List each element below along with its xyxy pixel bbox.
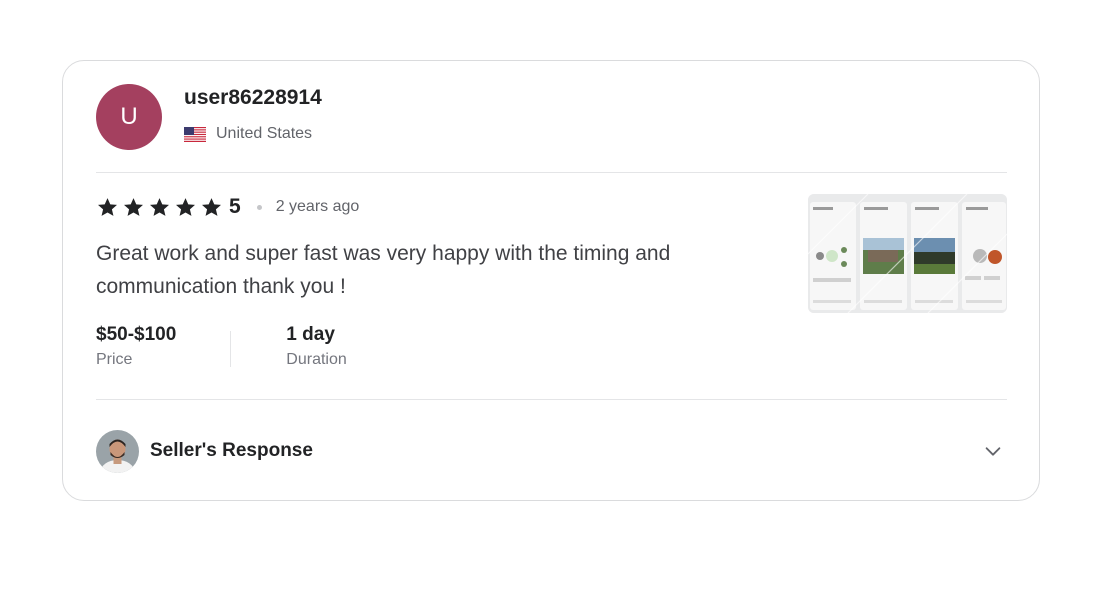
review-text: Great work and super fast was very happy… — [96, 242, 671, 298]
review-time-ago: 2 years ago — [275, 198, 360, 215]
rating-value: 5 — [229, 195, 241, 218]
order-meta: $50-$100 Price 1 day Duration — [96, 323, 347, 369]
header-divider — [96, 172, 1007, 173]
country-name: United States — [216, 125, 313, 142]
seller-response-toggle[interactable]: Seller's Response — [96, 429, 1007, 473]
reviewer-username: user86228914 — [184, 86, 322, 109]
meta-divider — [230, 331, 232, 367]
response-divider — [96, 399, 1007, 400]
rating-row: 5 2 years ago — [96, 194, 359, 220]
review-card: U user86228914 United States 5 2 years a… — [62, 60, 1040, 501]
seller-response-label: Seller's Response — [150, 440, 313, 461]
price-block: $50-$100 Price — [96, 323, 176, 369]
reviewer-country: United States — [184, 125, 312, 143]
seller-avatar — [96, 429, 139, 473]
review-attachment-thumbnail[interactable] — [808, 194, 1007, 313]
price-label: Price — [96, 351, 133, 368]
star-icon — [124, 197, 143, 216]
duration-block: 1 day Duration — [286, 323, 346, 369]
star-icon — [150, 197, 169, 216]
us-flag-icon — [184, 126, 206, 142]
duration-value: 1 day — [286, 324, 335, 345]
duration-label: Duration — [286, 351, 347, 368]
thumbnail-image — [808, 194, 1007, 313]
star-icon — [202, 197, 221, 216]
chevron-down-icon[interactable] — [982, 440, 1004, 462]
star-rating — [96, 196, 223, 219]
star-icon — [98, 197, 117, 216]
reviewer-avatar: U — [96, 84, 162, 150]
star-icon — [176, 197, 195, 216]
dot-separator — [256, 204, 262, 210]
price-value: $50-$100 — [96, 324, 177, 345]
avatar-initial: U — [120, 103, 138, 130]
